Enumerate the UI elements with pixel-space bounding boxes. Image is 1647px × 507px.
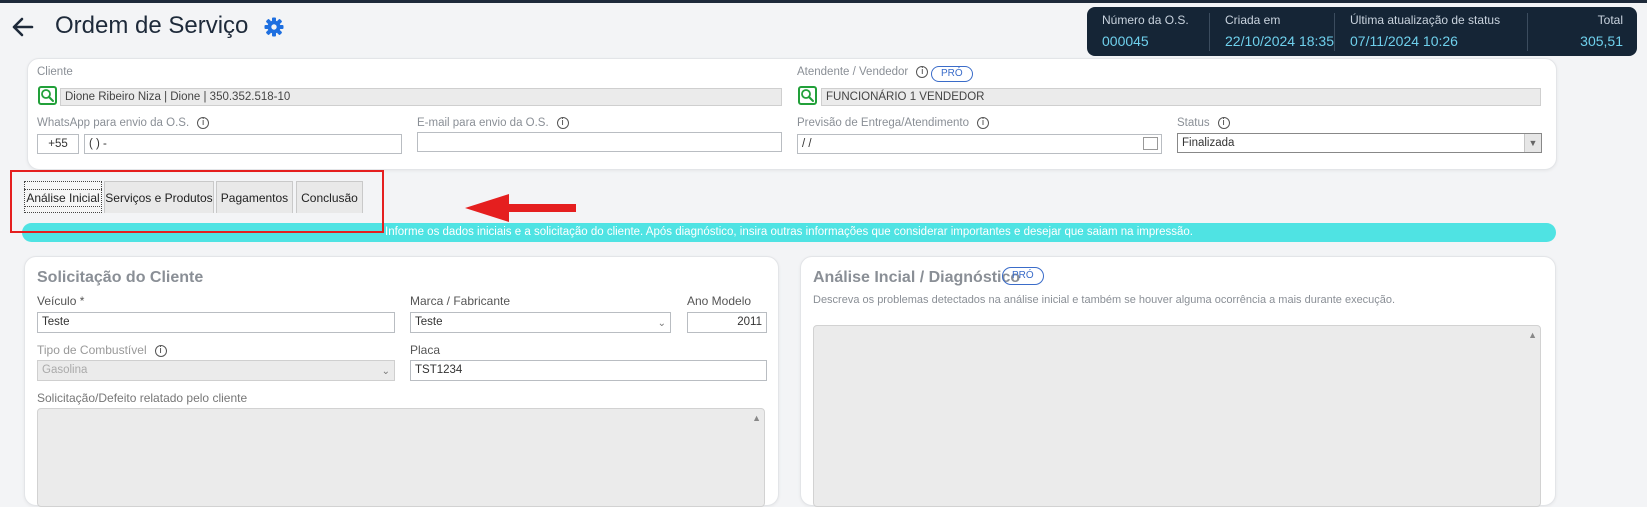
- info-icon[interactable]: i: [154, 344, 167, 357]
- email-label-text: E-mail para envio da O.S.: [417, 117, 549, 130]
- atendente-label-text: Atendente / Vendedor: [797, 66, 909, 79]
- whatsapp-label-text: WhatsApp para envio da O.S.: [37, 117, 190, 130]
- info-icon[interactable]: i: [976, 117, 989, 129]
- cliente-label: Cliente: [37, 66, 73, 78]
- marca-label: Marca / Fabricante: [410, 294, 511, 308]
- top-border: [0, 0, 1647, 3]
- summary-divider: [1209, 13, 1210, 51]
- veiculo-label: Veículo *: [37, 294, 85, 308]
- summary-divider: [1527, 13, 1528, 51]
- summary-label: Total: [1597, 13, 1623, 27]
- cliente-field[interactable]: Dione Ribeiro Niza | Dione | 350.352.518…: [60, 88, 782, 106]
- email-label: E-mail para envio da O.S. i: [417, 117, 569, 129]
- previsao-value: / /: [802, 138, 812, 150]
- analise-description: Descreva os problemas detectados na anál…: [813, 294, 1396, 306]
- summary-numero: Número da O.S. 000045: [1102, 13, 1189, 51]
- whatsapp-label: WhatsApp para envio da O.S. i: [37, 117, 210, 130]
- previsao-field[interactable]: / /: [797, 134, 1162, 154]
- atendente-field[interactable]: FUNCIONÁRIO 1 VENDEDOR: [821, 88, 1541, 106]
- chevron-down-icon[interactable]: ⌄: [382, 363, 390, 380]
- calendar-icon[interactable]: [1143, 137, 1158, 150]
- pro-badge: PRÓ: [1002, 267, 1044, 285]
- ano-label: Ano Modelo: [687, 294, 752, 308]
- placa-field[interactable]: TST1234: [410, 360, 767, 381]
- scroll-up-icon[interactable]: ▲: [1528, 330, 1537, 340]
- summary-value: 07/11/2024 10:26: [1350, 33, 1458, 49]
- page-title: Ordem de Serviço: [55, 12, 249, 39]
- pro-badge: PRÓ: [931, 66, 973, 82]
- os-summary-panel: Número da O.S. 000045 Criada em 22/10/20…: [1087, 7, 1637, 56]
- analise-title: Análise Incial / Diagnóstico: [813, 269, 1021, 286]
- combustivel-label: Tipo de Combustível i: [37, 343, 167, 357]
- back-arrow-icon[interactable]: [10, 14, 36, 40]
- defeito-textarea[interactable]: ▲: [37, 408, 765, 507]
- veiculo-field[interactable]: Teste: [37, 312, 395, 333]
- summary-criada: Criada em 22/10/2024 18:35: [1225, 13, 1334, 51]
- atendente-label: Atendente / Vendedor i: [797, 66, 929, 79]
- combustivel-label-text: Tipo de Combustível: [37, 343, 147, 357]
- marca-select[interactable]: Teste ⌄: [410, 312, 671, 333]
- chevron-down-icon[interactable]: ⌄: [658, 315, 666, 332]
- scroll-up-icon[interactable]: ▲: [752, 413, 761, 423]
- analise-textarea[interactable]: ▲: [813, 325, 1541, 507]
- email-field[interactable]: [417, 132, 782, 152]
- summary-total: Total 305,51: [1539, 13, 1623, 51]
- gear-icon[interactable]: [263, 16, 285, 38]
- status-select[interactable]: Finalizada ▼: [1177, 133, 1542, 153]
- info-icon[interactable]: i: [916, 66, 929, 78]
- defeito-label: Solicitação/Defeito relatado pelo client…: [37, 391, 248, 405]
- header-form-card: Cliente Dione Ribeiro Niza | Dione | 350…: [27, 58, 1557, 170]
- solicitacao-title: Solicitação do Cliente: [37, 269, 204, 286]
- analise-card: Análise Incial / Diagnóstico PRÓ Descrev…: [800, 256, 1556, 507]
- info-icon[interactable]: i: [556, 117, 569, 129]
- summary-atualizacao: Última atualização de status 07/11/2024 …: [1350, 13, 1500, 51]
- summary-label: Criada em: [1225, 13, 1281, 27]
- marca-value: Teste: [415, 316, 443, 328]
- combustivel-value: Gasolina: [42, 364, 88, 376]
- status-label-text: Status: [1177, 117, 1210, 130]
- search-cliente-button[interactable]: [38, 86, 57, 105]
- summary-value: 22/10/2024 18:35: [1225, 33, 1334, 49]
- search-atendente-button[interactable]: [798, 86, 817, 105]
- status-label: Status i: [1177, 117, 1230, 129]
- combustivel-select[interactable]: Gasolina ⌄: [37, 360, 395, 381]
- ano-field[interactable]: 2011: [687, 312, 767, 333]
- search-icon: [41, 89, 54, 102]
- info-icon[interactable]: i: [197, 117, 210, 129]
- search-icon: [801, 89, 814, 102]
- solicitacao-card: Solicitação do Cliente Veículo * Teste M…: [24, 256, 779, 507]
- status-value: Finalizada: [1182, 137, 1235, 149]
- info-icon[interactable]: i: [1217, 117, 1230, 129]
- previsao-label: Previsão de Entrega/Atendimento i: [797, 117, 989, 129]
- summary-value: 305,51: [1580, 33, 1623, 49]
- summary-divider: [1334, 13, 1335, 51]
- highlight-box: [10, 170, 384, 233]
- whatsapp-field[interactable]: ( ) -: [84, 134, 402, 154]
- previsao-label-text: Previsão de Entrega/Atendimento: [797, 117, 969, 130]
- summary-label: Última atualização de status: [1350, 13, 1501, 27]
- summary-label: Número da O.S.: [1102, 13, 1189, 27]
- summary-value: 000045: [1102, 33, 1149, 49]
- red-arrow-annotation: [465, 194, 576, 222]
- chevron-down-icon[interactable]: ▼: [1524, 134, 1541, 152]
- whatsapp-ddi-field[interactable]: +55: [37, 134, 79, 154]
- placa-label: Placa: [410, 343, 441, 357]
